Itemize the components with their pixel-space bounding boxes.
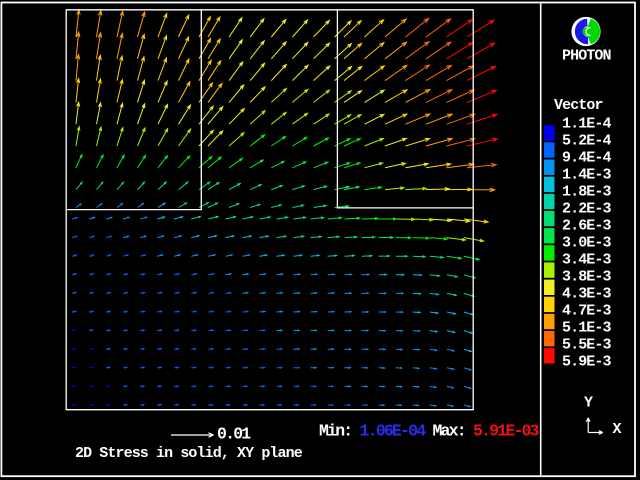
svg-text:9.4E-4: 9.4E-4 — [562, 150, 612, 167]
svg-text:4.3E-3: 4.3E-3 — [562, 286, 612, 303]
svg-text:2D Stress in solid, XY plane: 2D Stress in solid, XY plane — [75, 445, 303, 462]
svg-text:Min: 1.06E-04 Max: 5.91E-03: Min: 1.06E-04 Max: 5.91E-03 — [319, 422, 540, 441]
svg-text:2.6E-3: 2.6E-3 — [562, 218, 612, 235]
svg-text:1.1E-4: 1.1E-4 — [562, 116, 612, 133]
svg-text:1.4E-3: 1.4E-3 — [562, 167, 612, 184]
svg-text:3.4E-3: 3.4E-3 — [562, 252, 612, 269]
svg-text:5.9E-3: 5.9E-3 — [562, 354, 612, 371]
svg-text:3.8E-3: 3.8E-3 — [562, 269, 612, 286]
svg-text:Vector: Vector — [554, 97, 603, 114]
svg-text:1.8E-3: 1.8E-3 — [562, 184, 612, 201]
svg-text:5.5E-3: 5.5E-3 — [562, 337, 612, 354]
svg-text:PHOTON: PHOTON — [562, 48, 612, 65]
svg-text:0.01: 0.01 — [217, 425, 251, 444]
svg-text:X: X — [613, 421, 622, 438]
svg-text:5.1E-3: 5.1E-3 — [562, 320, 612, 337]
svg-text:4.7E-3: 4.7E-3 — [562, 303, 612, 320]
svg-text:Y: Y — [584, 395, 593, 412]
svg-text:2.2E-3: 2.2E-3 — [562, 201, 612, 218]
svg-text:3.0E-3: 3.0E-3 — [562, 235, 612, 252]
svg-text:5.2E-4: 5.2E-4 — [562, 133, 612, 150]
